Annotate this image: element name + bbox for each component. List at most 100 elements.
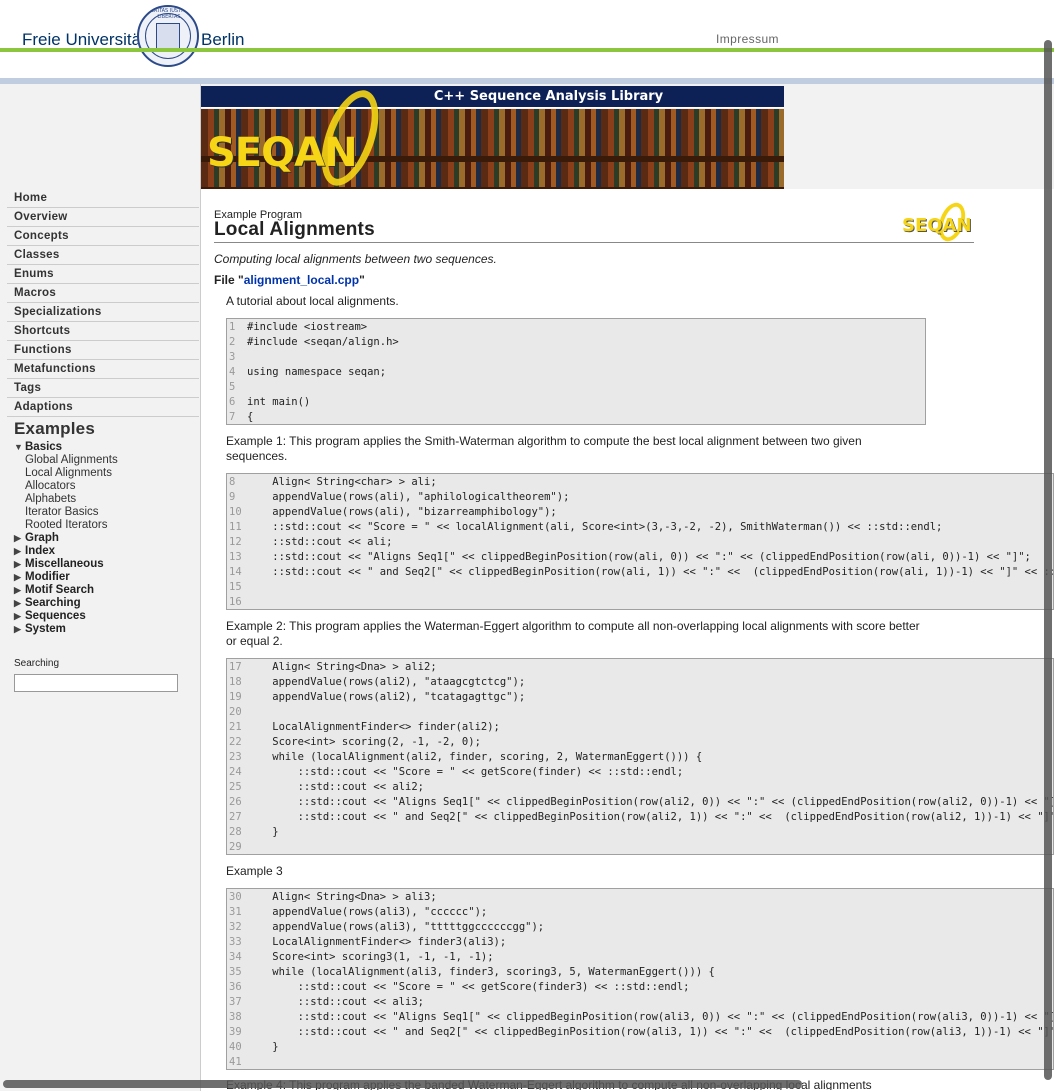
tree-group-sequences[interactable]: ▶ Sequences	[14, 610, 200, 623]
tree-group-modifier[interactable]: ▶ Modifier	[14, 571, 200, 584]
sidebar-item-macros[interactable]: Macros	[7, 284, 199, 303]
code-line: 11 ::std::cout << "Score = " << localAli…	[227, 520, 1053, 535]
triangle-right-icon[interactable]: ▶	[14, 597, 21, 610]
code-text: ::std::cout << "Aligns Seq1[" << clipped…	[247, 1011, 1054, 1023]
code-text: appendValue(rows(ali2), "tcatagagttgc");	[247, 691, 526, 703]
line-number: 6	[229, 396, 236, 408]
triangle-right-icon[interactable]: ▶	[14, 532, 21, 545]
triangle-down-icon[interactable]: ▼	[14, 441, 23, 454]
tree-item-alphabets[interactable]: Alphabets	[14, 493, 200, 506]
code-line: 39 ::std::cout << " and Seq2[" << clippe…	[227, 1025, 1053, 1040]
tree-group-miscellaneous[interactable]: ▶ Miscellaneous	[14, 558, 200, 571]
code-line: 36 ::std::cout << "Score = " << getScore…	[227, 980, 1053, 995]
search-input[interactable]	[14, 674, 178, 692]
sidebar-item-adaptions[interactable]: Adaptions	[7, 398, 199, 417]
code-line: 21 LocalAlignmentFinder<> finder(ali2);	[227, 720, 1053, 735]
sidebar-nav: Home Overview Concepts Classes Enums Macros Sp…	[0, 189, 200, 417]
horizontal-scrollbar[interactable]	[3, 1080, 802, 1088]
code-line: 20	[227, 705, 1053, 720]
code-line: 35 while (localAlignment(ali3, finder3, …	[227, 965, 1053, 980]
code-text: appendValue(rows(ali2), "ataagcgtctcg");	[247, 676, 526, 688]
code-text: ::std::cout << ali3;	[247, 996, 425, 1008]
line-number: 12	[229, 536, 242, 548]
examples-tree: ▼ Basics Global Alignments Local Alignments…	[14, 441, 200, 636]
triangle-right-icon[interactable]: ▶	[14, 623, 21, 636]
code-text: Align< String<char> > ali;	[247, 476, 437, 488]
code-line: 19 appendValue(rows(ali2), "tcatagagttgc…	[227, 690, 1053, 705]
tree-group-searching[interactable]: ▶ Searching	[14, 597, 200, 610]
banner-title-bar: C++ Sequence Analysis Library	[201, 86, 784, 108]
code-text: LocalAlignmentFinder<> finder3(ali3);	[247, 936, 507, 948]
code-line: 33 LocalAlignmentFinder<> finder3(ali3);	[227, 935, 1053, 950]
tree-group-index[interactable]: ▶ Index	[14, 545, 200, 558]
tree-item-iterator-basics[interactable]: Iterator Basics	[14, 506, 200, 519]
line-number: 16	[229, 596, 242, 608]
tree-group-label: Sequences	[25, 610, 86, 622]
sidebar-item-home[interactable]: Home	[7, 189, 199, 208]
code-line: 8 Align< String<char> > ali;	[227, 475, 1053, 490]
tree-group-motif-search[interactable]: ▶ Motif Search	[14, 584, 200, 597]
seqan-logo[interactable]: SEQAN	[207, 130, 358, 176]
tree-item-global-alignments[interactable]: Global Alignments	[14, 454, 200, 467]
university-name-right[interactable]: Berlin	[201, 30, 244, 50]
mini-logo-text: SEQAN	[902, 215, 972, 236]
tree-group-graph[interactable]: ▶ Graph	[14, 532, 200, 545]
line-number: 29	[229, 841, 242, 853]
file-link[interactable]: alignment_local.cpp	[244, 273, 359, 287]
line-number: 15	[229, 581, 242, 593]
file-suffix: "	[359, 273, 365, 287]
code-line: 24 ::std::cout << "Score = " << getScore…	[227, 765, 1053, 780]
line-number: 23	[229, 751, 242, 763]
triangle-right-icon[interactable]: ▶	[14, 610, 21, 623]
code-line: 30 Align< String<Dna> > ali3;	[227, 890, 1053, 905]
code-line: 25 ::std::cout << ali2;	[227, 780, 1053, 795]
seqan-banner: C++ Sequence Analysis Library SEQAN	[201, 86, 784, 189]
tree-group-basics[interactable]: ▼ Basics	[14, 441, 200, 454]
sidebar-item-concepts[interactable]: Concepts	[7, 227, 199, 246]
tree-item-rooted-iterators[interactable]: Rooted Iterators	[14, 519, 200, 532]
code-text: ::std::cout << ali;	[247, 536, 393, 548]
code-line: 26 ::std::cout << "Aligns Seq1[" << clip…	[227, 795, 1053, 810]
tree-group-system[interactable]: ▶ System	[14, 623, 200, 636]
sidebar-item-enums[interactable]: Enums	[7, 265, 199, 284]
tree-item-allocators[interactable]: Allocators	[14, 480, 200, 493]
tree-group-label: Miscellaneous	[25, 558, 104, 570]
code-text: while (localAlignment(ali3, finder3, sco…	[247, 966, 715, 978]
code-text: ::std::cout << "Score = " << getScore(fi…	[247, 766, 684, 778]
triangle-right-icon[interactable]: ▶	[14, 584, 21, 597]
vertical-scrollbar[interactable]	[1044, 40, 1052, 1080]
tree-item-local-alignments[interactable]: Local Alignments	[14, 467, 200, 480]
example-3-text: Example 3	[226, 864, 283, 878]
line-number: 26	[229, 796, 242, 808]
code-line: 17 Align< String<Dna> > ali2;	[227, 660, 1053, 675]
sidebar-item-classes[interactable]: Classes	[7, 246, 199, 265]
code-text: ::std::cout << "Score = " << localAlignm…	[247, 521, 943, 533]
impressum-link[interactable]: Impressum	[716, 32, 779, 46]
code-block: 30 Align< String<Dna> > ali3; 31 appendVa…	[226, 888, 1054, 1070]
triangle-right-icon[interactable]: ▶	[14, 545, 21, 558]
line-number: 4	[229, 366, 236, 378]
code-text: using namespace seqan;	[247, 366, 387, 378]
sidebar-item-overview[interactable]: Overview	[7, 208, 199, 227]
seqan-mini-logo: SEQAN	[902, 199, 972, 245]
sidebar-item-shortcuts[interactable]: Shortcuts	[7, 322, 199, 341]
sidebar-item-tags[interactable]: Tags	[7, 379, 199, 398]
line-number: 39	[229, 1026, 242, 1038]
code-line: 2 #include <seqan/align.h>	[227, 335, 925, 350]
code-line: 34 Score<int> scoring3(1, -1, -1, -1);	[227, 950, 1053, 965]
tree-group-label: Motif Search	[25, 584, 95, 596]
line-number: 1	[229, 321, 236, 333]
university-seal-logo[interactable]: VERITAS IUSTITIA LIBERTAS	[137, 5, 199, 67]
code-text: ::std::cout << "Aligns Seq1[" << clipped…	[247, 796, 1054, 808]
sidebar-item-functions[interactable]: Functions	[7, 341, 199, 360]
sidebar-item-metafunctions[interactable]: Metafunctions	[7, 360, 199, 379]
tree-group-label: Index	[25, 545, 56, 557]
triangle-right-icon[interactable]: ▶	[14, 571, 21, 584]
code-line: 4 using namespace seqan;	[227, 365, 925, 380]
triangle-right-icon[interactable]: ▶	[14, 558, 21, 571]
university-name-left[interactable]: Freie Universität	[22, 30, 146, 50]
line-number: 18	[229, 676, 242, 688]
code-text: Align< String<Dna> > ali3;	[247, 891, 437, 903]
sidebar-item-specializations[interactable]: Specializations	[7, 303, 199, 322]
line-number: 2	[229, 336, 236, 348]
